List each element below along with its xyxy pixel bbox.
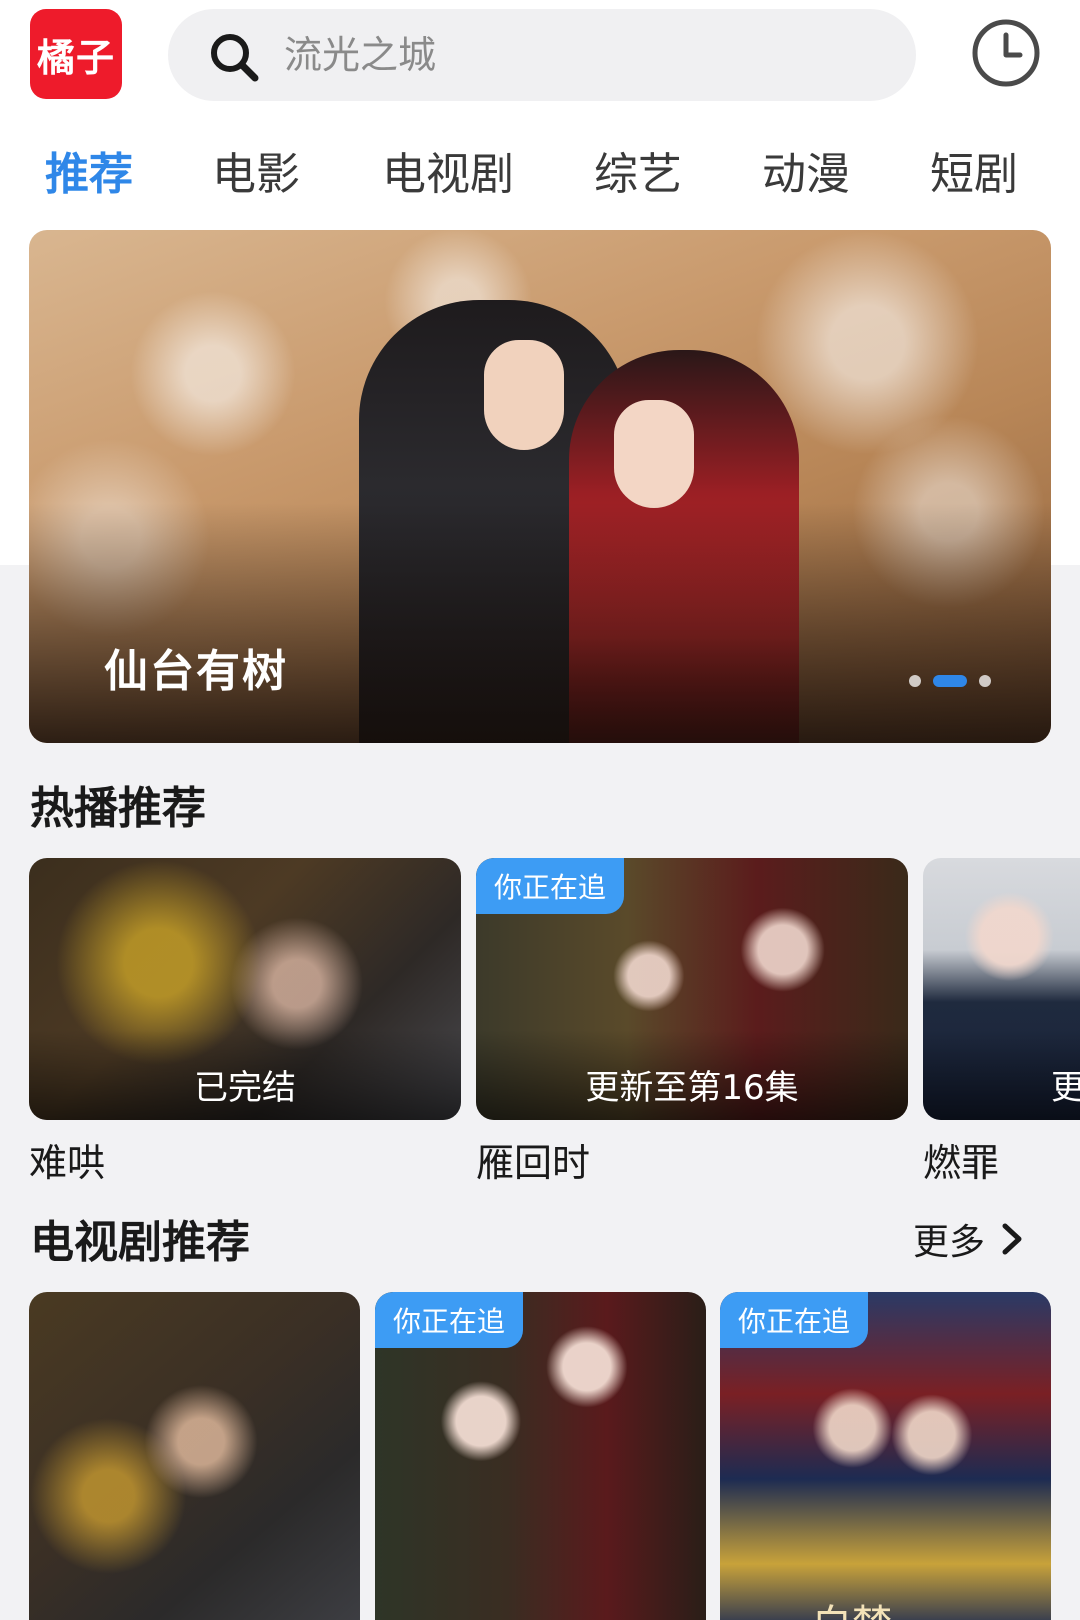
more-label: 更多 <box>913 1222 986 1263</box>
tv-section-title: 电视剧推荐 <box>30 1217 250 1268</box>
following-badge: 你正在追 <box>476 858 625 914</box>
carousel-dot[interactable] <box>979 675 991 687</box>
category-tabs: 推荐 电影 电视剧 综艺 动漫 短剧 <box>0 140 1080 210</box>
episode-status: 已完结 <box>29 1030 461 1120</box>
banner-overlay <box>29 503 1051 743</box>
tv-card-poster[interactable]: 你正在追 <box>375 1292 706 1620</box>
episode-status: 更新至第16集 <box>476 1030 908 1120</box>
chevron-right-icon <box>1002 1223 1022 1255</box>
episode-status: 更 <box>923 1030 1080 1120</box>
poster-title-text: 白梦 <box>812 1592 892 1620</box>
carousel-dot[interactable] <box>909 675 921 687</box>
banner-poster-face <box>484 340 564 450</box>
search-input[interactable] <box>284 25 884 85</box>
app-logo-text: 橘子 <box>36 35 115 80</box>
search-icon <box>211 34 259 82</box>
tv-card-poster[interactable] <box>29 1292 360 1620</box>
tab-variety[interactable]: 综艺 <box>594 140 682 210</box>
tv-card-poster[interactable]: 你正在追 白梦 <box>720 1292 1051 1620</box>
hot-section-title: 热播推荐 <box>30 783 206 834</box>
following-badge: 你正在追 <box>375 1292 524 1348</box>
banner-poster-face <box>614 400 694 508</box>
tab-tv-series[interactable]: 电视剧 <box>382 140 514 210</box>
tab-movies[interactable]: 电影 <box>212 140 300 210</box>
following-badge: 你正在追 <box>720 1292 869 1348</box>
tab-recommend[interactable]: 推荐 <box>45 140 133 210</box>
hot-card-title[interactable]: 雁回时 <box>476 1132 590 1187</box>
hot-card-poster[interactable]: 已完结 <box>29 858 461 1120</box>
hot-card-poster[interactable]: 你正在追 更新至第16集 <box>476 858 908 1120</box>
hot-card-title[interactable]: 燃罪 <box>923 1132 999 1187</box>
history-clock-icon[interactable] <box>970 17 1042 89</box>
banner-title: 仙台有树 <box>104 646 288 697</box>
carousel-dot-active[interactable] <box>933 675 967 687</box>
hot-card-poster[interactable]: 更 <box>923 858 1080 1120</box>
tab-short-drama[interactable]: 短剧 <box>930 140 1018 210</box>
hero-banner[interactable]: 仙台有树 <box>29 230 1051 743</box>
tab-anime[interactable]: 动漫 <box>762 140 850 210</box>
more-button[interactable]: 更多 <box>913 1213 1025 1265</box>
app-logo[interactable]: 橘子 <box>30 9 122 99</box>
header: 橘子 <box>0 0 1080 115</box>
hot-card-title[interactable]: 难哄 <box>29 1132 105 1187</box>
search-bar[interactable] <box>168 9 916 101</box>
